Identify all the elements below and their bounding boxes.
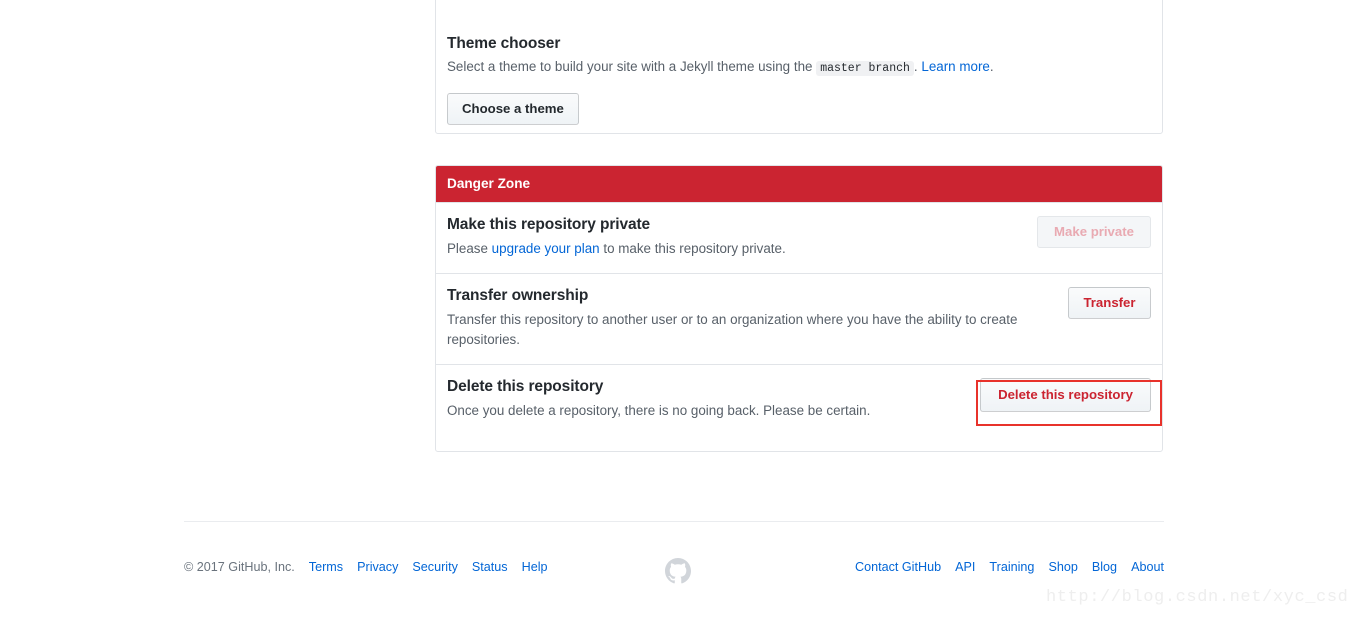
theme-chooser-description: Select a theme to build your site with a… bbox=[447, 57, 1151, 77]
footer-right-links: Contact GitHub API Training Shop Blog Ab… bbox=[855, 560, 1164, 574]
page-footer: © 2017 GitHub, Inc. Terms Privacy Securi… bbox=[184, 558, 1164, 586]
theme-desc-text-before: Select a theme to build your site with a… bbox=[447, 59, 817, 74]
make-private-description: Please upgrade your plan to make this re… bbox=[447, 239, 1047, 259]
footer-link-blog[interactable]: Blog bbox=[1092, 560, 1117, 574]
github-octocat-icon bbox=[665, 558, 691, 584]
theme-chooser-title: Theme chooser bbox=[447, 35, 561, 52]
danger-zone-header: Danger Zone bbox=[436, 166, 1162, 202]
footer-link-about[interactable]: About bbox=[1131, 560, 1164, 574]
choose-a-theme-button[interactable]: Choose a theme bbox=[447, 93, 579, 125]
delete-this-repository-button[interactable]: Delete this repository bbox=[980, 378, 1151, 413]
footer-link-api[interactable]: API bbox=[955, 560, 975, 574]
learn-more-period: . bbox=[989, 59, 994, 74]
footer-link-privacy[interactable]: Privacy bbox=[357, 560, 398, 574]
make-private-desc-after: to make this repository private. bbox=[599, 241, 786, 256]
footer-left-links: © 2017 GitHub, Inc. Terms Privacy Securi… bbox=[184, 560, 548, 574]
footer-link-security[interactable]: Security bbox=[412, 560, 458, 574]
transfer-ownership-description: Transfer this repository to another user… bbox=[447, 312, 1018, 348]
footer-link-contact-github[interactable]: Contact GitHub bbox=[855, 560, 941, 574]
footer-link-help[interactable]: Help bbox=[522, 560, 548, 574]
make-private-desc-before: Please bbox=[447, 241, 492, 256]
watermark-text: http://blog.csdn.net/xyc_csdn bbox=[1046, 588, 1350, 607]
theme-chooser-panel: Theme chooser Select a theme to build yo… bbox=[435, 0, 1163, 134]
transfer-button[interactable]: Transfer bbox=[1068, 287, 1151, 320]
danger-zone-panel: Danger Zone Make this repository private… bbox=[435, 165, 1163, 452]
upgrade-your-plan-link[interactable]: upgrade your plan bbox=[492, 241, 600, 256]
transfer-ownership-title: Transfer ownership bbox=[447, 287, 589, 305]
theme-desc-text-after: . bbox=[913, 59, 918, 74]
master-branch-code: master branch bbox=[816, 61, 914, 76]
theme-chooser-section: Theme chooser Select a theme to build yo… bbox=[447, 35, 1151, 77]
learn-more-link[interactable]: Learn more bbox=[921, 59, 989, 74]
footer-link-training[interactable]: Training bbox=[989, 560, 1034, 574]
make-private-button[interactable]: Make private bbox=[1037, 216, 1151, 248]
footer-divider bbox=[184, 521, 1164, 522]
danger-row-make-private: Make this repository private Please upgr… bbox=[436, 202, 1162, 273]
footer-link-shop[interactable]: Shop bbox=[1048, 560, 1077, 574]
cut-off-button-group bbox=[446, 0, 846, 1]
footer-link-status[interactable]: Status bbox=[472, 560, 508, 574]
delete-repository-description: Once you delete a repository, there is n… bbox=[447, 403, 871, 419]
footer-link-terms[interactable]: Terms bbox=[309, 560, 343, 574]
copyright-text: © 2017 GitHub, Inc. bbox=[184, 560, 295, 574]
danger-row-transfer-ownership: Transfer ownership Transfer this reposit… bbox=[436, 273, 1162, 364]
danger-row-delete-repository: Delete this repository Once you delete a… bbox=[436, 364, 1162, 435]
